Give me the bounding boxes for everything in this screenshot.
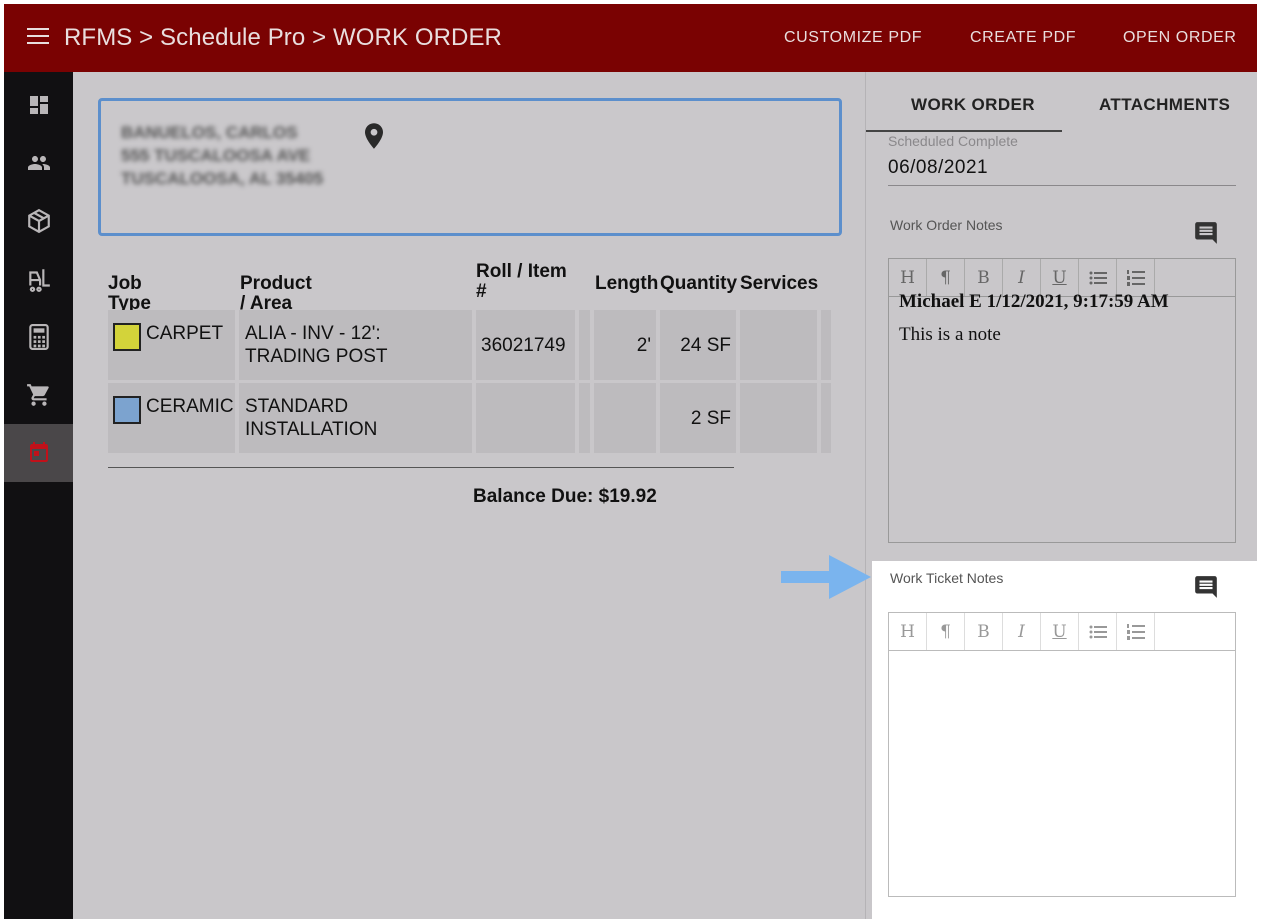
scheduled-complete-field[interactable]: 06/08/2021 bbox=[888, 157, 988, 179]
calendar-icon bbox=[29, 442, 48, 462]
bulleted-list-icon bbox=[1089, 625, 1107, 638]
cart-icon bbox=[26, 384, 49, 406]
active-tab-indicator bbox=[866, 130, 1062, 132]
numbered-list-icon bbox=[1126, 623, 1145, 640]
bulleted-list-icon bbox=[1089, 271, 1107, 284]
roll-cell: 36021749 bbox=[481, 335, 566, 356]
sidebar bbox=[4, 72, 73, 919]
numbered-list-icon bbox=[1126, 269, 1145, 286]
column-header-services: Services bbox=[740, 273, 819, 294]
column-header-quantity: Quantity bbox=[660, 273, 738, 294]
sidebar-item-inventory[interactable] bbox=[4, 250, 73, 308]
open-order-button[interactable]: OPEN ORDER bbox=[1123, 29, 1237, 47]
work-order-notes-editor[interactable]: H ¶ B I U Michael E 1/12/2021, 9:17:59 A… bbox=[888, 258, 1236, 543]
paragraph-button[interactable]: ¶ bbox=[927, 613, 965, 650]
bulleted-list-button[interactable] bbox=[1079, 613, 1117, 650]
bold-button[interactable]: B bbox=[965, 613, 1003, 650]
column-header-product: Product / Area bbox=[240, 273, 312, 314]
customer-address-card[interactable]: BANUELOS, CARLOS 555 TUSCALOOSA AVE TUSC… bbox=[98, 98, 842, 236]
balance-due: Balance Due: $19.92 bbox=[473, 486, 657, 507]
create-pdf-button[interactable]: CREATE PDF bbox=[970, 29, 1076, 47]
customer-street: 555 TUSCALOOSA AVE bbox=[121, 146, 311, 165]
app-frame: RFMS > Schedule Pro > WORK ORDER CUSTOMI… bbox=[4, 4, 1257, 919]
product-cell: ALIA - INV - 12': TRADING POST bbox=[245, 323, 388, 367]
sidebar-item-customers[interactable] bbox=[4, 134, 73, 192]
work-ticket-notes-editor[interactable]: H ¶ B I U bbox=[888, 612, 1236, 897]
customer-name: BANUELOS, CARLOS bbox=[121, 123, 298, 142]
scheduled-complete-label: Scheduled Complete bbox=[888, 133, 1018, 149]
job-type-cell: CARPET bbox=[146, 323, 224, 344]
column-header-length: Length bbox=[595, 273, 659, 294]
quantity-cell: 24 SF bbox=[680, 335, 731, 356]
callout-arrow-icon bbox=[781, 555, 871, 599]
job-color-swatch bbox=[113, 323, 141, 351]
map-pin-icon[interactable] bbox=[365, 123, 383, 149]
quantity-cell: 2 SF bbox=[690, 408, 731, 429]
forklift-icon bbox=[28, 269, 50, 292]
box-icon bbox=[27, 208, 50, 234]
italic-button[interactable]: I bbox=[1003, 613, 1041, 650]
note-author: Michael E 1/12/2021, 9:17:59 AM bbox=[899, 291, 1169, 312]
right-panel: WORK ORDER ATTACHMENTS Scheduled Complet… bbox=[865, 72, 1257, 919]
customer-city: TUSCALOOSA, AL 35405 bbox=[121, 169, 324, 188]
editor-toolbar: H ¶ B I U bbox=[889, 613, 1235, 651]
tab-attachments[interactable]: ATTACHMENTS bbox=[1099, 95, 1230, 115]
breadcrumb: RFMS > Schedule Pro > WORK ORDER bbox=[64, 24, 502, 51]
top-bar: RFMS > Schedule Pro > WORK ORDER CUSTOMI… bbox=[4, 4, 1257, 72]
main-content: BANUELOS, CARLOS 555 TUSCALOOSA AVE TUSC… bbox=[73, 72, 865, 919]
dashboard-icon bbox=[29, 96, 48, 114]
calculator-icon bbox=[28, 324, 49, 350]
customer-address: BANUELOS, CARLOS 555 TUSCALOOSA AVE TUSC… bbox=[121, 121, 323, 190]
product-cell: STANDARD INSTALLATION bbox=[245, 396, 378, 440]
tab-work-order[interactable]: WORK ORDER bbox=[911, 95, 1035, 115]
sidebar-item-products[interactable] bbox=[4, 192, 73, 250]
job-type-cell: CERAMIC bbox=[146, 396, 234, 417]
length-cell: 2' bbox=[636, 335, 651, 356]
work-ticket-notes-label: Work Ticket Notes bbox=[890, 570, 1004, 586]
people-icon bbox=[27, 156, 50, 170]
column-header-job-type: Job Type bbox=[108, 273, 151, 314]
hamburger-menu-icon[interactable] bbox=[27, 28, 49, 46]
heading-button[interactable]: H bbox=[889, 613, 927, 650]
sidebar-item-calculator[interactable] bbox=[4, 308, 73, 366]
comment-icon[interactable] bbox=[1193, 220, 1219, 246]
numbered-list-button[interactable] bbox=[1117, 613, 1155, 650]
work-order-notes-label: Work Order Notes bbox=[890, 217, 1003, 233]
column-header-roll: Roll / Item # bbox=[476, 261, 567, 302]
field-underline bbox=[888, 185, 1236, 186]
sidebar-item-schedule[interactable] bbox=[4, 424, 73, 482]
comment-icon[interactable] bbox=[1193, 574, 1219, 600]
work-ticket-notes-section: Work Ticket Notes H ¶ B I U bbox=[872, 561, 1257, 919]
underline-button[interactable]: U bbox=[1041, 613, 1079, 650]
sidebar-item-dashboard[interactable] bbox=[4, 76, 73, 134]
table-divider bbox=[108, 467, 734, 468]
note-body: This is a note bbox=[899, 324, 1001, 345]
job-color-swatch bbox=[113, 396, 141, 424]
sidebar-item-orders[interactable] bbox=[4, 366, 73, 424]
customize-pdf-button[interactable]: CUSTOMIZE PDF bbox=[784, 29, 922, 47]
